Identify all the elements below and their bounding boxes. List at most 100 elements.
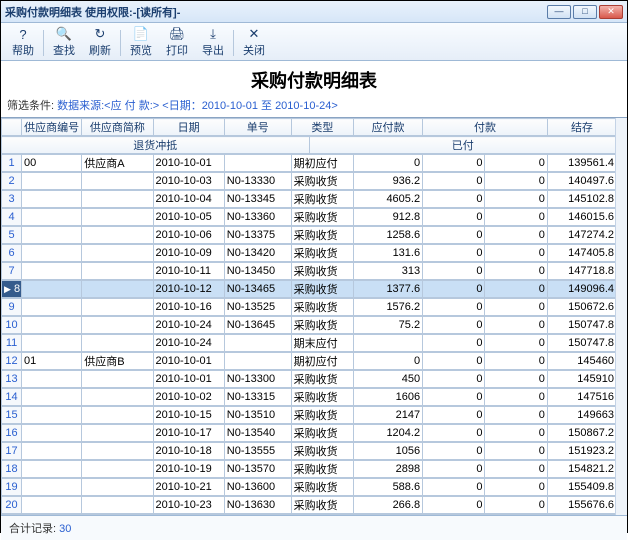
table-row[interactable]: 182010-10-19N0-13570采购收货289800154821.2 bbox=[1, 460, 617, 478]
cell-paid: 0 bbox=[485, 281, 547, 298]
cell-return-offset: 0 bbox=[423, 209, 485, 226]
close-button[interactable]: ✕关闭 bbox=[236, 24, 272, 60]
table-row[interactable]: 112010-10-24期末应付00150747.8 bbox=[1, 334, 617, 352]
table-row[interactable]: 172010-10-18N0-13555采购收货105600151923.2 bbox=[1, 442, 617, 460]
col-supplier-code[interactable]: 供应商编号 bbox=[22, 119, 82, 136]
row-number[interactable]: 6 bbox=[2, 245, 22, 262]
table-row[interactable]: 52010-10-06N0-13375采购收货1258.600147274.2 bbox=[1, 226, 617, 244]
table-row[interactable]: 100供应商A2010-10-01期初应付000139561.4 bbox=[1, 154, 617, 172]
cell-paid: 0 bbox=[485, 155, 547, 172]
table-row[interactable]: 102010-10-24N0-13645采购收货75.200150747.8 bbox=[1, 316, 617, 334]
row-number[interactable]: 1 bbox=[2, 155, 22, 172]
refresh-button[interactable]: ↻刷新 bbox=[82, 24, 118, 60]
maximize-button[interactable]: □ bbox=[573, 5, 597, 19]
cell-payable: 4605.2 bbox=[354, 191, 423, 208]
table-row[interactable]: 142010-10-02N0-13315采购收货160600147516 bbox=[1, 388, 617, 406]
cell-docno: N0-13570 bbox=[224, 461, 291, 478]
filter-date-link[interactable]: <日期：2010-10-01 至 2010-10-24> bbox=[162, 100, 338, 112]
table-row[interactable]: 132010-10-01N0-13300采购收货45000145910 bbox=[1, 370, 617, 388]
help-button[interactable]: ?帮助 bbox=[5, 24, 41, 60]
table-row[interactable]: 192010-10-21N0-13600采购收货588.600155409.8 bbox=[1, 478, 617, 496]
col-docno[interactable]: 单号 bbox=[224, 119, 291, 136]
cell-balance: 149096.4 bbox=[547, 281, 616, 298]
row-number[interactable]: 17 bbox=[2, 443, 22, 460]
cell-paid: 0 bbox=[485, 335, 547, 352]
cell-supplier-code bbox=[22, 443, 82, 460]
col-paid[interactable]: 已付 bbox=[309, 137, 617, 154]
row-number[interactable]: 14 bbox=[2, 389, 22, 406]
col-rownum[interactable] bbox=[2, 119, 22, 136]
close-window-button[interactable]: ✕ bbox=[599, 5, 623, 19]
table-row[interactable]: 92010-10-16N0-13525采购收货1576.200150672.6 bbox=[1, 298, 617, 316]
cell-supplier-name bbox=[82, 245, 153, 262]
cell-return-offset: 0 bbox=[423, 245, 485, 262]
col-type[interactable]: 类型 bbox=[291, 119, 353, 136]
cell-supplier-code bbox=[22, 515, 82, 516]
cell-supplier-code bbox=[22, 281, 82, 298]
cell-paid: 0 bbox=[485, 263, 547, 280]
table-row[interactable]: ▶ 82010-10-12N0-13465采购收货1377.600149096.… bbox=[1, 280, 617, 298]
col-payment-group[interactable]: 付款 bbox=[423, 119, 548, 136]
col-supplier-name[interactable]: 供应商简称 bbox=[82, 119, 153, 136]
filter-source-link[interactable]: 数据来源:<应 付 款:> bbox=[57, 100, 159, 112]
col-payable[interactable]: 应付款 bbox=[354, 119, 423, 136]
row-number[interactable]: 20 bbox=[2, 497, 22, 514]
row-number[interactable]: 11 bbox=[2, 335, 22, 352]
cell-supplier-name bbox=[82, 335, 153, 352]
row-number[interactable]: 10 bbox=[2, 317, 22, 334]
row-number[interactable]: 12 bbox=[2, 353, 22, 370]
print-button[interactable]: 🖨打印 bbox=[159, 24, 195, 60]
grid-body: 100供应商A2010-10-01期初应付000139561.422010-10… bbox=[1, 154, 617, 515]
col-date[interactable]: 日期 bbox=[153, 119, 224, 136]
cell-supplier-name bbox=[82, 299, 153, 316]
report-title: 采购付款明细表 bbox=[1, 61, 627, 95]
cell-payable: 0 bbox=[354, 155, 423, 172]
table-row[interactable]: 22010-10-03N0-13330采购收货936.200140497.6 bbox=[1, 172, 617, 190]
row-number[interactable]: 9 bbox=[2, 299, 22, 316]
table-row[interactable]: 72010-10-11N0-13450采购收货31300147718.8 bbox=[1, 262, 617, 280]
cell-paid: 0 bbox=[485, 299, 547, 316]
cell-docno: N0-13360 bbox=[224, 209, 291, 226]
cell-paid: 0 bbox=[485, 317, 547, 334]
table-row[interactable]: 62010-10-09N0-13420采购收货131.600147405.8 bbox=[1, 244, 617, 262]
cell-return-offset: 0 bbox=[423, 263, 485, 280]
table-row[interactable]: 42010-10-05N0-13360采购收货912.800146015.6 bbox=[1, 208, 617, 226]
data-grid[interactable]: 供应商编号 供应商简称 日期 单号 类型 应付款 付款 结存 退货冲抵 已付 1… bbox=[1, 118, 617, 515]
cell-date: 2010-10-09 bbox=[153, 245, 224, 262]
table-row[interactable]: 212010-10-24期末应付00155676.6 bbox=[1, 514, 617, 515]
cell-supplier-code bbox=[22, 263, 82, 280]
col-balance[interactable]: 结存 bbox=[547, 119, 616, 136]
cell-return-offset: 0 bbox=[423, 515, 485, 516]
toolbar: ?帮助🔍查找↻刷新📄预览🖨打印⤓导出✕关闭 bbox=[1, 23, 627, 61]
cell-date: 2010-10-15 bbox=[153, 407, 224, 424]
row-number[interactable]: 16 bbox=[2, 425, 22, 442]
cell-paid: 0 bbox=[485, 425, 547, 442]
preview-button[interactable]: 📄预览 bbox=[123, 24, 159, 60]
row-number[interactable]: 15 bbox=[2, 407, 22, 424]
cell-supplier-name bbox=[82, 263, 153, 280]
cell-supplier-code bbox=[22, 299, 82, 316]
table-row[interactable]: 32010-10-04N0-13345采购收货4605.200145102.8 bbox=[1, 190, 617, 208]
table-row[interactable]: 162010-10-17N0-13540采购收货1204.200150867.2 bbox=[1, 424, 617, 442]
vertical-scrollbar[interactable] bbox=[615, 118, 627, 515]
cell-type: 采购收货 bbox=[291, 407, 353, 424]
table-row[interactable]: 152010-10-15N0-13510采购收货214700149663 bbox=[1, 406, 617, 424]
cell-supplier-code bbox=[22, 209, 82, 226]
row-number[interactable]: 3 bbox=[2, 191, 22, 208]
row-number[interactable]: 7 bbox=[2, 263, 22, 280]
minimize-button[interactable]: — bbox=[547, 5, 571, 19]
find-button[interactable]: 🔍查找 bbox=[46, 24, 82, 60]
table-row[interactable]: 1201供应商B2010-10-01期初应付000145460 bbox=[1, 352, 617, 370]
toolbar-separator bbox=[233, 30, 234, 56]
table-row[interactable]: 202010-10-23N0-13630采购收货266.800155676.6 bbox=[1, 496, 617, 514]
row-number[interactable]: 5 bbox=[2, 227, 22, 244]
row-number[interactable]: 21 bbox=[2, 515, 22, 516]
export-button[interactable]: ⤓导出 bbox=[195, 24, 231, 60]
row-number[interactable]: 2 bbox=[2, 173, 22, 190]
col-return-offset[interactable]: 退货冲抵 bbox=[2, 137, 310, 154]
row-number[interactable]: 13 bbox=[2, 371, 22, 388]
row-number[interactable]: 19 bbox=[2, 479, 22, 496]
row-number[interactable]: 4 bbox=[2, 209, 22, 226]
row-number[interactable]: 18 bbox=[2, 461, 22, 478]
row-number[interactable]: ▶ 8 bbox=[2, 281, 22, 298]
